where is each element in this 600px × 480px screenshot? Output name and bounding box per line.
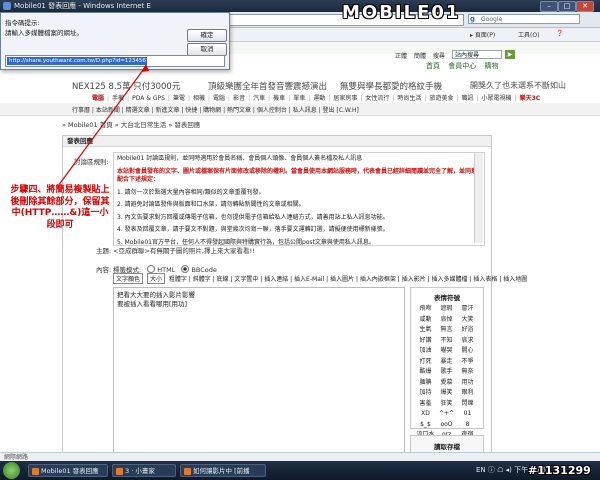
ie-icon — [184, 468, 191, 475]
watermark: #1131299 — [528, 464, 591, 477]
annotation-arrow — [57, 64, 149, 187]
taskbar: Mobile01 發表回應 3 · 小畫家 如何讓影片中 [前播 EN ⓘ ☖ … — [0, 461, 600, 480]
status-bar: 網際網路 — [0, 452, 600, 461]
taskbar-item[interactable]: 3 · 小畫家 — [112, 464, 176, 477]
ie-icon — [32, 468, 39, 475]
paint-icon — [116, 468, 123, 475]
taskbar-item[interactable]: 如何讓影片中 [前播 — [180, 464, 266, 477]
taskbar-item[interactable]: Mobile01 發表回應 — [28, 464, 108, 477]
start-button[interactable] — [3, 462, 20, 479]
instruction-annotation: 步驟四、將簡易複製貼上後刪除其餘部分，保留其中(HTTP……&)這一小段即可 — [10, 185, 110, 230]
